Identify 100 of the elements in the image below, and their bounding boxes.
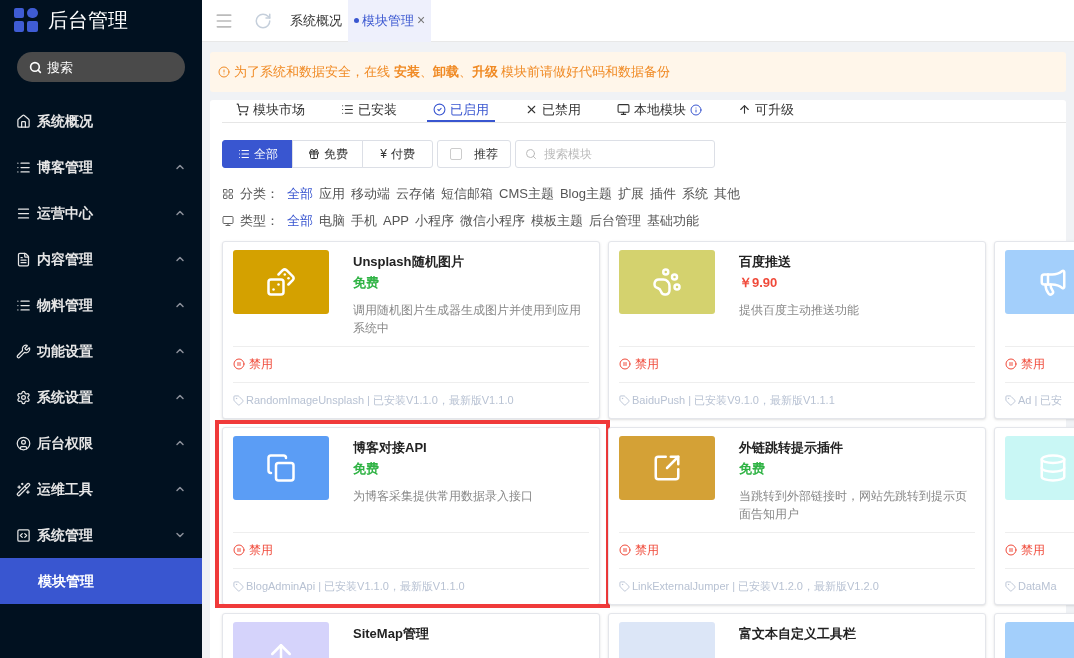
user-icon (16, 435, 31, 451)
page-tab[interactable]: 模块管理 × (348, 0, 432, 42)
module-card[interactable]: 禁用 DataMa (994, 426, 1074, 605)
pause-icon (619, 358, 631, 370)
sidebar-item[interactable]: 运维工具 (0, 466, 202, 512)
external-link-icon (652, 452, 682, 483)
module-price: 免费 (739, 460, 765, 478)
arrow-up-icon (738, 103, 751, 117)
module-tab[interactable]: 已启用 (427, 100, 495, 122)
filter-option[interactable]: 全部 (287, 183, 313, 204)
tab-label: 已禁用 (542, 101, 581, 119)
module-title: 富文本自定义工具栏 (739, 624, 856, 643)
price-filter-button[interactable]: 全部 (222, 139, 293, 168)
module-card[interactable]: 富文本自定义工具栏 (608, 612, 986, 658)
list-icon (16, 297, 31, 313)
sidebar-label: 功能设置 (37, 341, 93, 361)
tag-icon (233, 580, 244, 592)
module-tab[interactable]: 可升级 (732, 100, 800, 122)
filter-option[interactable]: 基础功能 (647, 210, 699, 231)
logo-icon (14, 8, 38, 32)
sidebar-item[interactable]: 系统设置 (0, 374, 202, 420)
filter-option[interactable]: 插件 (649, 183, 676, 204)
alert-text: 为了系统和数据安全，在线 安装、卸载、升级 模块前请做好代码和数据备份 (234, 63, 671, 82)
module-search-field[interactable]: 搜索模块 (515, 139, 715, 168)
sidebar-label: 博客管理 (37, 157, 93, 177)
filter-option[interactable]: 全部 (287, 210, 313, 231)
module-card[interactable]: SiteMap管理 (222, 612, 600, 658)
filter-option[interactable]: 系统 (681, 183, 708, 204)
tab-label: 可升级 (755, 101, 794, 119)
tab-label: 模块市场 (253, 101, 305, 119)
filter-option[interactable]: Blog主题 (559, 183, 612, 204)
module-version: BaiduPush | 已安装V9.1.0，最新版V1.1.1 (632, 392, 835, 408)
module-tab[interactable]: 模块市场 (230, 100, 311, 122)
disable-button[interactable]: 禁用 (1005, 355, 1045, 373)
sidebar-item[interactable]: 运营中心 (0, 190, 202, 236)
refresh-icon[interactable] (254, 11, 272, 30)
sidebar-item[interactable]: 功能设置 (0, 328, 202, 374)
filter-option[interactable]: 模板主题 (531, 210, 583, 231)
sidebar-item[interactable]: 后台权限 (0, 420, 202, 466)
module-title: 百度推送 (739, 252, 792, 271)
alert-icon (218, 66, 230, 78)
pause-icon (233, 544, 245, 556)
filter-option[interactable]: 扩展 (617, 183, 644, 204)
recommend-checkbox[interactable]: 推荐 (437, 139, 511, 168)
pause-icon (1005, 544, 1017, 556)
filter-option[interactable]: 后台管理 (589, 210, 641, 231)
filter-option[interactable]: 移动端 (351, 183, 390, 204)
module-price: 免费 (353, 460, 379, 478)
module-card[interactable]: 百度推送 ￥9.90 提供百度主动推送功能 禁用 BaiduPush | 已安装V9.1.0，最新版V1.1.1 (608, 240, 986, 419)
sidebar-item[interactable]: 系统概况 (0, 98, 202, 144)
sidebar-label: 内容管理 (37, 249, 93, 269)
gift-icon (307, 147, 320, 160)
close-tab-button[interactable]: × (417, 10, 426, 31)
filter-option[interactable]: 手机 (351, 210, 377, 231)
tag-icon (619, 580, 630, 592)
filter-option[interactable]: 短信邮箱 (441, 183, 493, 204)
filter-option[interactable]: 应用 (319, 183, 345, 204)
page-tab[interactable]: 系统概况 (284, 0, 348, 42)
cart-icon (236, 103, 249, 117)
disable-button[interactable]: 禁用 (233, 355, 273, 373)
filter-option[interactable]: 云存储 (396, 183, 435, 204)
filter-option[interactable]: APP (383, 210, 409, 231)
module-tab[interactable]: 本地模块 (611, 100, 708, 122)
filter-option[interactable]: CMS主题 (499, 183, 554, 204)
module-card[interactable]: 博客对接API 免费 为博客采集提供常用数据录入接口 禁用 BlogAdminApi | 已安装V1.1.0，最新版V1.1.0 (222, 426, 600, 605)
sidebar-label: 系统管理 (37, 525, 93, 545)
sidebar-item[interactable]: 系统管理 (0, 512, 202, 558)
sidebar-label: 物料管理 (37, 295, 93, 315)
search-icon (29, 61, 42, 74)
module-version: DataMa (1018, 578, 1057, 594)
search-field[interactable]: 搜索 (17, 52, 185, 82)
price-filter-button[interactable]: 免费 (292, 139, 363, 168)
disable-button[interactable]: 禁用 (233, 541, 273, 559)
sidebar-label: 运维工具 (37, 479, 93, 499)
module-tab[interactable]: 已禁用 (519, 100, 587, 122)
tab-label: 本地模块 (634, 101, 686, 119)
module-card[interactable]: 禁用 Ad | 已安 (994, 240, 1074, 419)
pause-icon (233, 358, 245, 370)
list-icon (341, 103, 354, 117)
module-card[interactable]: 外链跳转提示插件 免费 当跳转到外部链接时，网站先跳转到提示页面告知用户 禁用 LinkExternalJumper | 已安装V1.2.0，最新版V1.2.0 (608, 426, 986, 605)
module-tab[interactable]: 已安装 (335, 100, 403, 122)
disable-button[interactable]: 禁用 (619, 355, 659, 373)
price-filter-button[interactable]: ¥ 付费 (362, 139, 433, 168)
filter-option[interactable]: 其他 (713, 183, 740, 204)
sidebar-item[interactable]: 博客管理 (0, 144, 202, 190)
filter-option[interactable]: 微信小程序 (460, 210, 525, 231)
sidebar-subitem[interactable]: 模块管理 (0, 558, 202, 604)
filter-option[interactable]: 电脑 (319, 210, 345, 231)
check-circle-icon (433, 103, 446, 117)
sidebar-item[interactable]: 内容管理 (0, 236, 202, 282)
disable-button[interactable]: 禁用 (1005, 541, 1045, 559)
sidebar-item[interactable]: 物料管理 (0, 282, 202, 328)
module-version: RandomImageUnsplash | 已安装V1.1.0，最新版V1.1.0 (246, 392, 514, 408)
module-card[interactable]: Unsplash随机图片 免费 调用随机图片生成器生成图片并使用到应用系统中 禁用 RandomImageUnsplash | 已安装V1.1.0，最新版V1.1.0 (222, 240, 600, 419)
dice-icon (266, 266, 296, 297)
search-icon (525, 147, 537, 160)
filter-option[interactable]: 小程序 (415, 210, 454, 231)
disable-button[interactable]: 禁用 (619, 541, 659, 559)
monitor-icon (222, 214, 234, 227)
module-title: SiteMap管理 (353, 624, 429, 643)
